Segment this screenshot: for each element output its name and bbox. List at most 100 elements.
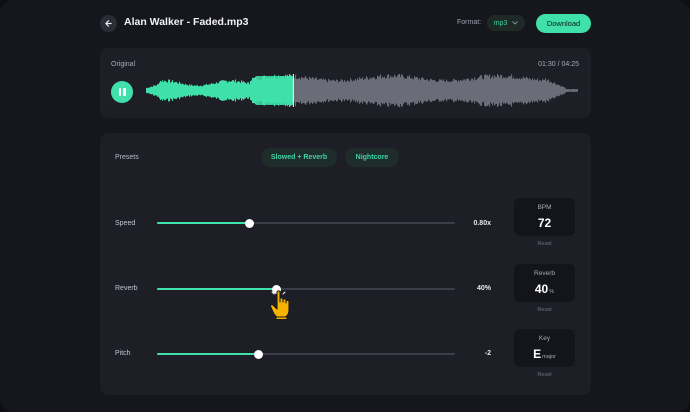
pause-icon <box>118 88 126 96</box>
waveform-bar <box>213 83 215 98</box>
waveform-bar <box>307 78 309 103</box>
waveform-bar <box>480 75 482 106</box>
waveform[interactable] <box>146 74 578 107</box>
key-reset-link[interactable]: Reset <box>514 372 575 378</box>
waveform-bar <box>328 78 330 103</box>
waveform-bar <box>419 78 421 103</box>
waveform-bar <box>380 74 382 107</box>
waveform-bar <box>557 84 559 97</box>
waveform-bar <box>148 87 150 94</box>
waveform-bar <box>322 79 324 102</box>
waveform-bar <box>475 79 477 102</box>
waveform-bar <box>209 84 211 97</box>
waveform-bar <box>301 76 303 105</box>
waveform-bar <box>159 82 161 99</box>
waveform-bar <box>379 76 381 105</box>
waveform-bar <box>526 76 528 105</box>
waveform-bar <box>212 83 214 98</box>
waveform-bar <box>537 78 539 103</box>
waveform-bar <box>390 75 392 106</box>
bpm-reset-link[interactable]: Reset <box>514 241 575 247</box>
waveform-bar <box>545 78 547 103</box>
waveform-bar <box>456 80 458 101</box>
waveform-bar <box>388 74 390 107</box>
waveform-bar <box>554 82 556 99</box>
waveform-bar <box>403 77 405 104</box>
waveform-bar <box>232 80 234 101</box>
waveform-bar <box>559 85 561 96</box>
waveform-bar <box>227 82 229 99</box>
waveform-bar <box>230 81 232 100</box>
waveform-bar <box>414 76 416 105</box>
waveform-bar <box>331 81 333 100</box>
reverb-box-title: Reverb <box>534 270 555 277</box>
waveform-bar <box>186 84 188 97</box>
waveform-bar <box>237 81 239 100</box>
reverb-label: Reverb <box>115 285 138 292</box>
waveform-bar <box>245 82 247 99</box>
waveform-bar <box>317 79 319 102</box>
waveform-bar <box>474 77 476 104</box>
waveform-bar <box>242 82 244 99</box>
format-select[interactable]: mp3 <box>487 15 525 31</box>
waveform-bar <box>346 81 348 100</box>
waveform-bar <box>365 78 367 103</box>
waveform-bar <box>468 78 470 103</box>
waveform-bar <box>482 78 484 103</box>
waveform-bar <box>508 76 510 105</box>
speed-value: 0.80x <box>473 220 491 227</box>
waveform-bar <box>201 86 203 95</box>
effects-panel: Presets Slowed + Reverb Nightcore Speed … <box>100 133 591 395</box>
reverb-reset-link[interactable]: Reset <box>514 307 575 313</box>
waveform-bar <box>339 81 341 100</box>
preset-nightcore-button[interactable]: Nightcore <box>345 148 399 167</box>
waveform-bar <box>176 81 178 100</box>
speed-handle[interactable] <box>244 218 254 228</box>
speed-slider[interactable] <box>157 218 455 228</box>
waveform-bar <box>253 77 255 104</box>
waveform-bar <box>183 84 185 97</box>
waveform-bar <box>490 78 492 103</box>
waveform-bar <box>541 81 543 100</box>
waveform-bar <box>358 79 360 102</box>
waveform-bar <box>362 77 364 104</box>
waveform-bar <box>522 78 524 103</box>
waveform-bar <box>344 79 346 102</box>
playhead[interactable] <box>292 74 294 107</box>
pitch-handle[interactable] <box>253 349 263 359</box>
waveform-bar <box>166 82 168 99</box>
waveform-bar <box>464 79 466 102</box>
reverb-slider[interactable] <box>157 284 455 294</box>
waveform-bar <box>251 80 253 101</box>
waveform-bar <box>191 84 193 97</box>
waveform-bar <box>486 74 488 107</box>
back-button[interactable] <box>100 15 117 32</box>
waveform-bar <box>370 77 372 104</box>
waveform-bar <box>513 77 515 104</box>
download-button[interactable]: Download <box>536 14 591 33</box>
waveform-bar <box>160 80 162 101</box>
waveform-bar <box>175 82 177 99</box>
waveform-bar <box>530 79 532 102</box>
waveform-bar <box>524 78 526 103</box>
waveform-bar <box>450 82 452 99</box>
waveform-bar <box>572 89 574 92</box>
waveform-bar <box>400 76 402 105</box>
pitch-slider[interactable] <box>157 349 455 359</box>
waveform-bar <box>550 81 552 100</box>
waveform-bar <box>361 79 363 102</box>
pause-button[interactable] <box>111 81 133 103</box>
waveform-bar <box>180 83 182 98</box>
waveform-bar <box>542 79 544 102</box>
waveform-bar <box>520 79 522 102</box>
waveform-bar <box>466 78 468 103</box>
waveform-bar <box>167 82 169 99</box>
waveform-bar <box>241 80 243 101</box>
waveform-bar <box>562 86 564 95</box>
waveform-bar <box>436 82 438 99</box>
waveform-bar <box>158 84 160 97</box>
waveform-bar <box>503 77 505 104</box>
waveform-bar <box>225 80 227 101</box>
waveform-bar <box>181 84 183 97</box>
preset-slowed-reverb-button[interactable]: Slowed + Reverb <box>261 148 337 167</box>
